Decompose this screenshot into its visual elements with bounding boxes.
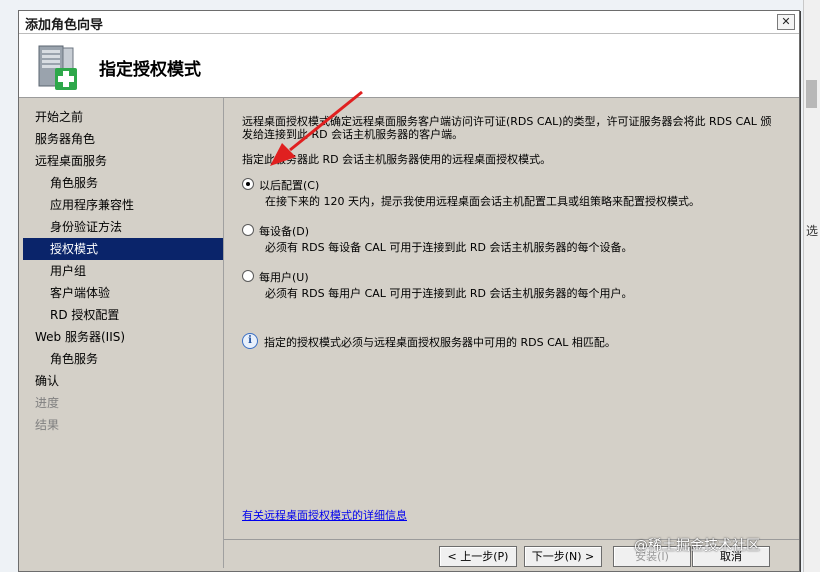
option-description-per-user: 必须有 RDS 每用户 CAL 可用于连接到此 RD 会话主机服务器的每个用户。 [265, 287, 633, 300]
option-label-configure-later[interactable]: 以后配置(C) [259, 177, 319, 193]
nav-item-user-groups[interactable]: 用户组 [23, 260, 223, 282]
nav-item-confirmation[interactable]: 确认 [23, 370, 223, 392]
title-bar: 添加角色向导 ✕ [19, 11, 799, 34]
more-info-link[interactable]: 有关远程桌面授权模式的详细信息 [242, 507, 407, 523]
nav-item-remote-desktop-services[interactable]: 远程桌面服务 [23, 150, 223, 172]
window-title: 添加角色向导 [25, 18, 104, 33]
next-button[interactable]: 下一步(N) > [524, 546, 602, 567]
nav-item-licensing-mode[interactable]: 授权模式 [23, 238, 223, 260]
nav-item-web-server-iis[interactable]: Web 服务器(IIS) [23, 326, 223, 348]
radio-per-user[interactable] [242, 270, 254, 282]
wizard-content: 远程桌面授权模式确定远程桌面服务客户端访问许可证(RDS CAL)的类型，许可证… [224, 98, 799, 568]
wizard-header: 指定授权模式 [19, 34, 799, 98]
background-edge-text: 选 [806, 224, 819, 238]
outer-scrollbar-thumb[interactable] [806, 80, 817, 108]
info-text: 指定的授权模式必须与远程桌面授权服务器中可用的 RDS CAL 相匹配。 [264, 336, 616, 349]
wizard-steps-nav: 开始之前 服务器角色 远程桌面服务 角色服务 应用程序兼容性 身份验证方法 授权… [23, 98, 224, 568]
nav-item-role-services[interactable]: 角色服务 [23, 172, 223, 194]
option-label-per-user[interactable]: 每用户(U) [259, 269, 309, 285]
option-label-per-device[interactable]: 每设备(D) [259, 223, 309, 239]
nav-item-iis-role-services[interactable]: 角色服务 [23, 348, 223, 370]
nav-item-server-roles[interactable]: 服务器角色 [23, 128, 223, 150]
nav-item-app-compatibility[interactable]: 应用程序兼容性 [23, 194, 223, 216]
radio-per-device[interactable] [242, 224, 254, 236]
intro-text: 远程桌面授权模式确定远程桌面服务客户端访问许可证(RDS CAL)的类型，许可证… [242, 115, 772, 141]
nav-item-rd-licensing-config[interactable]: RD 授权配置 [23, 304, 223, 326]
back-button[interactable]: < 上一步(P) [439, 546, 517, 567]
page-title: 指定授权模式 [99, 60, 201, 80]
outer-scrollbar[interactable] [803, 0, 820, 572]
nav-item-before-you-begin[interactable]: 开始之前 [23, 106, 223, 128]
nav-item-authentication-method[interactable]: 身份验证方法 [23, 216, 223, 238]
watermark: @稀土掘金技术社区 [634, 538, 760, 554]
nav-item-progress: 进度 [35, 396, 60, 410]
server-add-icon [38, 45, 77, 90]
radio-configure-later[interactable] [242, 178, 254, 190]
close-button[interactable]: ✕ [777, 14, 795, 30]
option-description-configure-later: 在接下来的 120 天内，提示我使用远程桌面会话主机配置工具或组策略来配置授权模… [265, 195, 700, 208]
nav-item-results: 结果 [35, 418, 60, 432]
prompt-text: 指定此服务器此 RD 会话主机服务器使用的远程桌面授权模式。 [242, 153, 552, 166]
add-roles-wizard-dialog: 添加角色向导 ✕ 指定授权模式 开始之前 服务器角色 远程桌面服务 角色服务 应… [18, 10, 800, 572]
option-description-per-device: 必须有 RDS 每设备 CAL 可用于连接到此 RD 会话主机服务器的每个设备。 [265, 241, 633, 254]
nav-item-client-experience[interactable]: 客户端体验 [23, 282, 223, 304]
info-icon: i [242, 333, 258, 349]
